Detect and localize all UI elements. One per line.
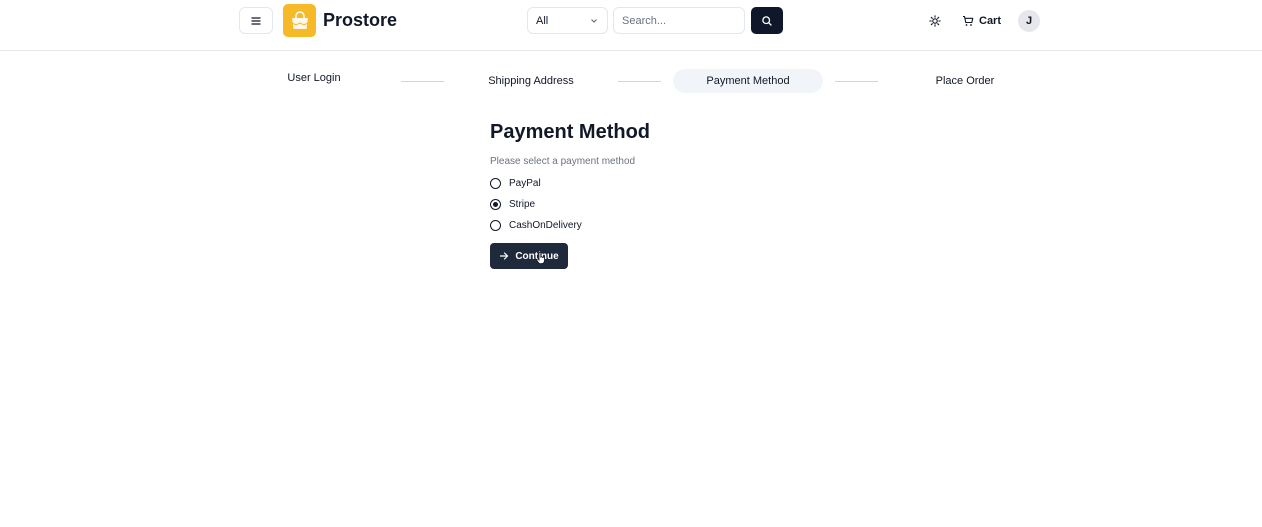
continue-button[interactable]: Continue xyxy=(490,243,568,269)
step-connector xyxy=(835,81,878,82)
payment-option-label: Stripe xyxy=(509,199,536,210)
step-payment-method: Payment Method xyxy=(673,69,823,93)
search-input[interactable] xyxy=(613,7,745,34)
shopping-bag-icon xyxy=(291,10,308,29)
step-connector xyxy=(401,81,444,82)
radio-button[interactable] xyxy=(490,178,501,189)
sun-icon xyxy=(929,15,941,27)
payment-option-label: PayPal xyxy=(509,178,541,189)
payment-option-paypal[interactable]: PayPal xyxy=(490,178,541,189)
menu-icon xyxy=(251,16,261,25)
page-title: Payment Method xyxy=(490,121,651,143)
page-subtitle: Please select a payment method xyxy=(490,156,636,167)
menu-button[interactable] xyxy=(239,7,273,34)
radio-button[interactable] xyxy=(490,220,501,231)
theme-toggle-button[interactable] xyxy=(922,8,948,34)
cart-icon xyxy=(963,15,974,26)
payment-option-cash-on-delivery[interactable]: CashOnDelivery xyxy=(490,220,582,231)
hand-pointer-cursor xyxy=(536,252,545,264)
step-user-login: User Login xyxy=(287,72,341,84)
category-select[interactable]: All xyxy=(527,7,608,34)
user-avatar[interactable]: J xyxy=(1018,10,1040,32)
step-connector xyxy=(618,81,661,82)
cart-label: Cart xyxy=(979,15,1002,27)
radio-button-selected[interactable] xyxy=(490,199,501,210)
search-icon xyxy=(762,15,772,26)
chevron-down-icon xyxy=(591,18,597,23)
cart-link[interactable]: Cart xyxy=(962,8,1001,34)
step-shipping-address: Shipping Address xyxy=(488,75,574,87)
brand-name[interactable]: Prostore xyxy=(323,9,397,31)
payment-option-label: CashOnDelivery xyxy=(509,220,582,231)
category-select-value: All xyxy=(536,14,549,27)
logo[interactable] xyxy=(283,4,316,37)
search-button[interactable] xyxy=(751,7,783,34)
step-place-order: Place Order xyxy=(935,75,995,87)
arrow-right-icon xyxy=(500,252,509,260)
site-header: Prostore All Cart J xyxy=(0,0,1262,51)
payment-option-stripe[interactable]: Stripe xyxy=(490,199,535,210)
